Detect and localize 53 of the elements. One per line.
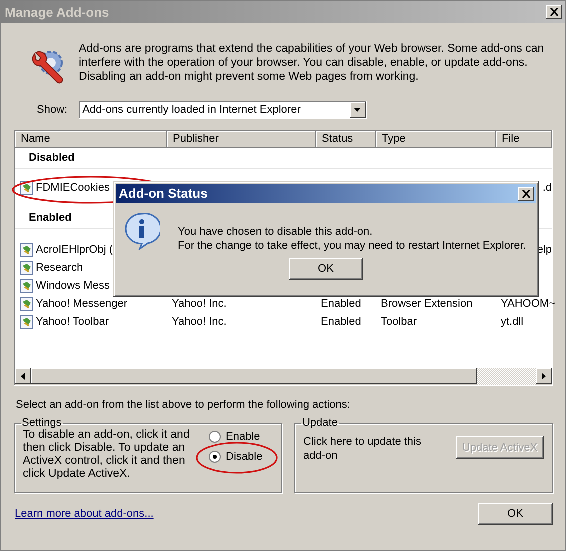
dialog-title: Add-on Status	[119, 186, 208, 201]
settings-text: To disable an add-on, click it and then click Disable. To update an ActiveX control, click it and then click Update ActiveX.	[23, 429, 191, 482]
show-label: Show:	[37, 104, 68, 116]
publisher-text: Yahoo! Inc.	[172, 316, 227, 328]
publisher-text: Yahoo! Inc.	[172, 298, 227, 310]
horizontal-scrollbar[interactable]	[15, 368, 552, 385]
addon-icon	[20, 180, 35, 196]
close-button[interactable]	[518, 186, 534, 200]
show-dropdown[interactable]: Add-ons currently loaded in Internet Explorer	[78, 101, 367, 119]
instruction-text: Select an add-on from the list above to perform the following actions:	[16, 399, 352, 411]
addon-icon	[20, 314, 35, 330]
column-header[interactable]: Type	[376, 131, 496, 148]
dialog-message: For the change to take effect, you may need to restart Internet Explorer.	[178, 239, 526, 253]
column-header[interactable]: Publisher	[167, 131, 316, 148]
type-text: Browser Extension	[381, 298, 473, 310]
file-text: .d	[542, 182, 552, 194]
close-button[interactable]	[546, 5, 562, 19]
column-header[interactable]: Name	[15, 131, 167, 148]
type-text: Toolbar	[381, 316, 418, 328]
addon-name[interactable]: Windows Mess	[36, 280, 110, 292]
addon-icon	[20, 296, 35, 312]
window-title: Manage Add-ons	[5, 4, 110, 20]
status-text: Enabled	[321, 316, 362, 328]
ok-button[interactable]: OK	[478, 503, 553, 525]
radio-option[interactable]: Enable	[209, 431, 263, 443]
addon-name[interactable]: Research	[36, 262, 84, 274]
close-icon	[550, 8, 558, 16]
column-header[interactable]: Status	[316, 131, 376, 148]
addon-name[interactable]: Yahoo! Messenger	[36, 298, 128, 310]
group-header: Disabled	[15, 148, 552, 169]
dropdown-arrow-icon	[354, 108, 362, 112]
scroll-left-icon	[21, 372, 25, 380]
close-icon	[522, 190, 530, 198]
addon-icon	[20, 242, 35, 258]
addon-name[interactable]: Yahoo! Toolbar	[36, 316, 109, 328]
column-header[interactable]: File	[496, 131, 552, 148]
update-text: Click here to update this add-on	[303, 435, 422, 464]
scroll-right-icon	[542, 372, 546, 380]
addon-icon	[20, 278, 35, 294]
intro-text: Add-ons are programs that extend the capabilities of your Web browser. Some add-ons can interfere with the operation of your browser. You can disable, enable, or update add-ons. Disabling an add-on might prevent some Web pages from working.	[79, 42, 546, 85]
addon-icon	[20, 260, 35, 276]
ok-button[interactable]: OK	[289, 258, 363, 280]
learn-more-link[interactable]: Learn more about add-ons...	[15, 508, 154, 520]
group-title: Settings	[21, 417, 63, 429]
file-text: yt.dll	[501, 316, 524, 328]
status-text: Enabled	[321, 298, 362, 310]
file-text: YAHOOM~	[501, 298, 556, 310]
radio-button[interactable]	[209, 451, 221, 463]
radio-button[interactable]	[209, 431, 221, 443]
group-title: Update	[301, 417, 339, 429]
addon-name[interactable]: FDMIECookies	[36, 182, 110, 194]
info-icon	[124, 212, 160, 250]
addon-name[interactable]: AcroIEHlprObj (	[36, 244, 114, 256]
